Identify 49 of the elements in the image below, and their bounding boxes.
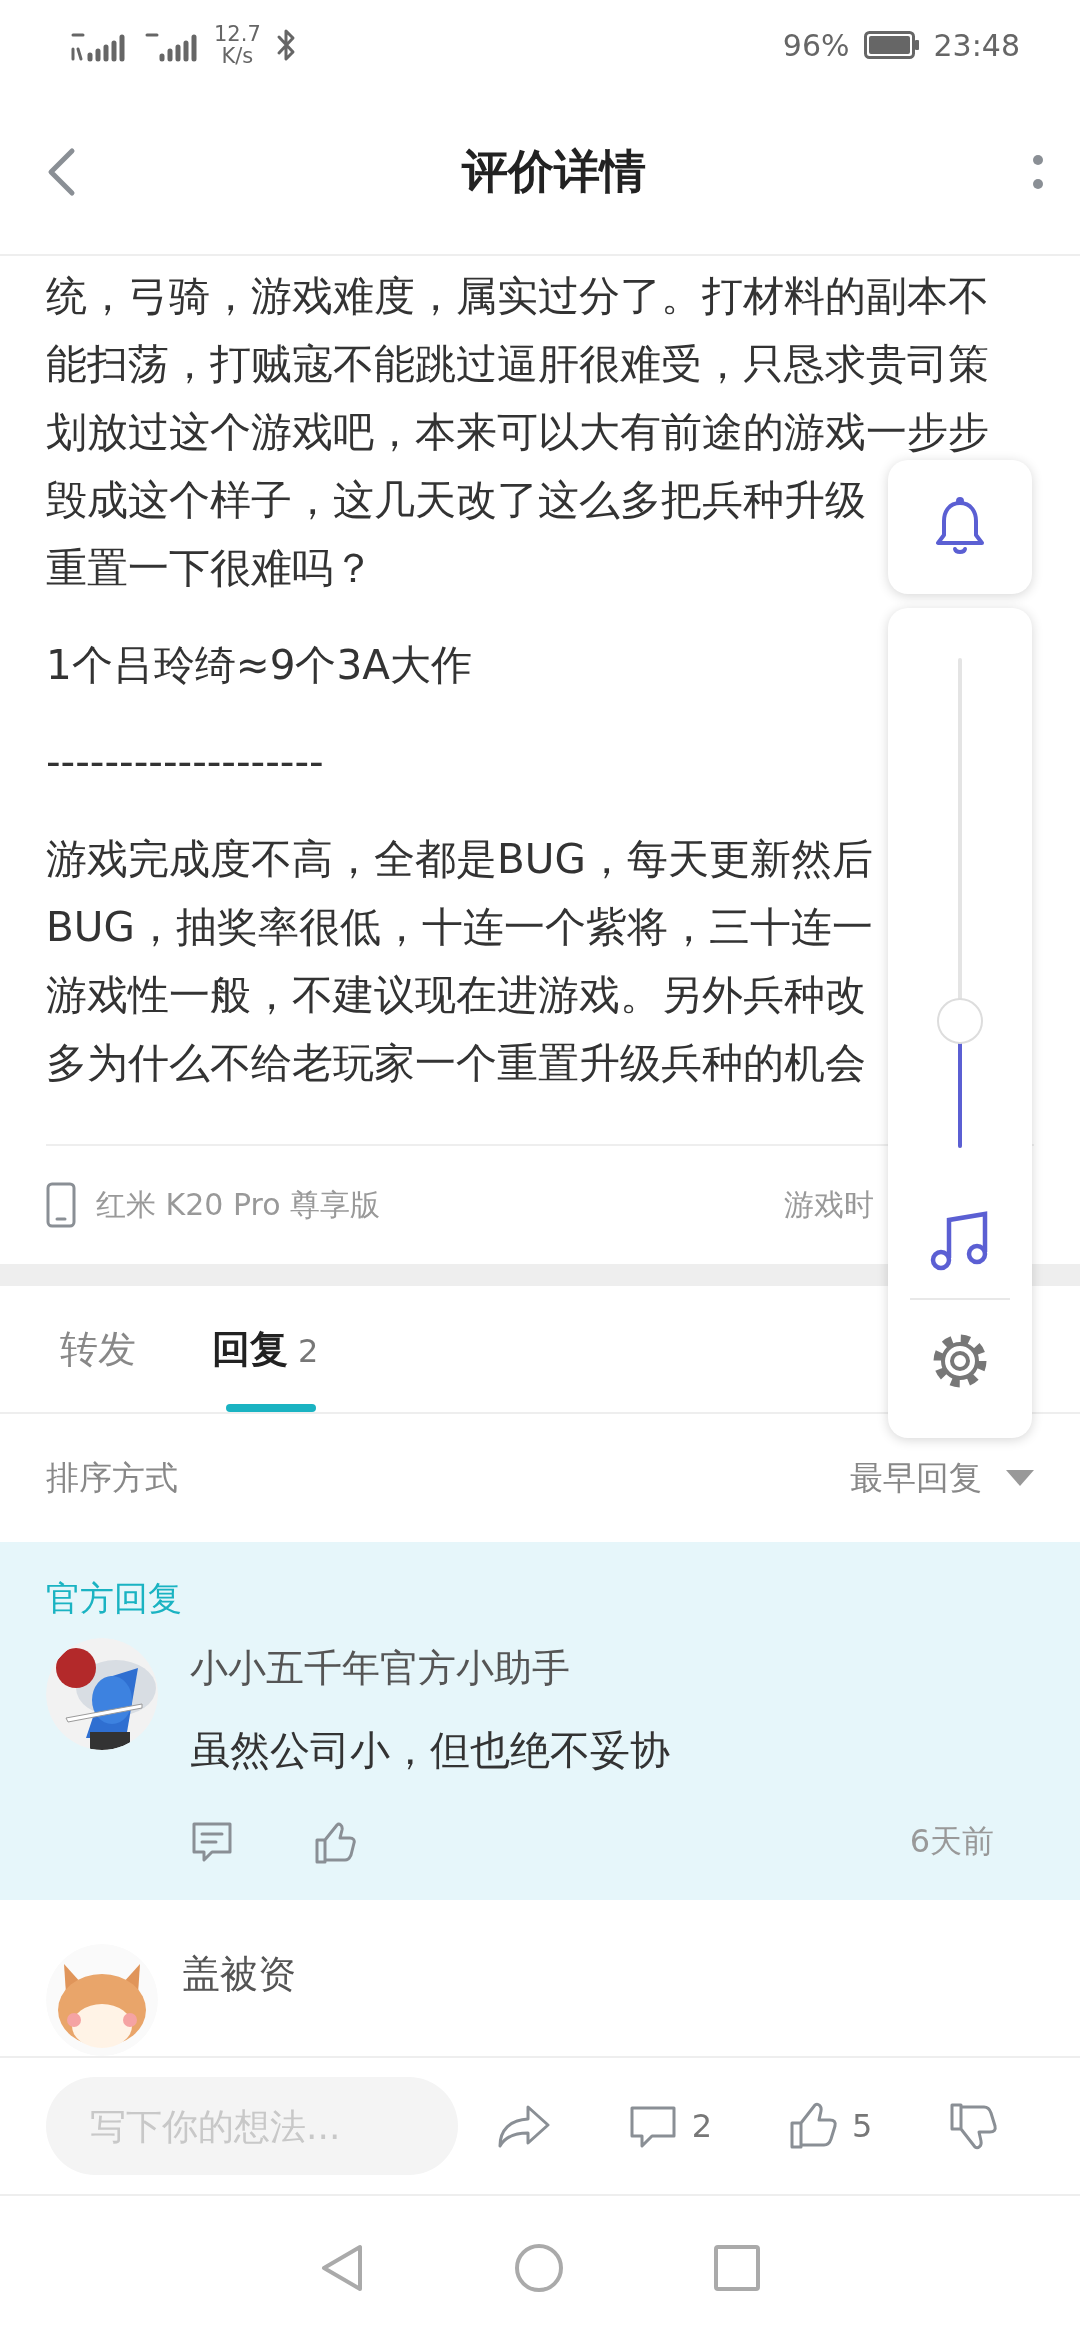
comment-icon	[190, 1820, 234, 1864]
battery-icon	[863, 31, 920, 59]
tab[interactable]: 转发	[60, 1286, 136, 1412]
network-speed: 12.7	[214, 23, 261, 45]
review-text-line: 重置一下很难吗？	[46, 543, 374, 594]
dislike-button[interactable]	[948, 2101, 999, 2151]
caret-icon	[1006, 1470, 1034, 1486]
back-button[interactable]	[46, 147, 76, 197]
music-note-icon[interactable]	[930, 1208, 990, 1272]
nav-back-icon[interactable]	[320, 2243, 364, 2293]
thumbs-down-icon	[948, 2101, 999, 2151]
more-icon	[1032, 152, 1044, 192]
review-text-line: -------------------	[46, 737, 324, 788]
thumbs-up-icon	[314, 1820, 356, 1864]
review-text-line: 游戏完成度不高，全都是BUG，每天更新然后	[46, 834, 873, 885]
reply-text: 虽然公司小，但也绝不妥协	[190, 1726, 671, 1775]
device-name: 红米 K20 Pro 尊享版	[96, 1185, 381, 1224]
review-text-line: 划放过这个游戏吧，本来可以大有前途的游戏一步步	[46, 407, 989, 458]
sort-dropdown[interactable]: 最早回复	[850, 1455, 1034, 1501]
review-text-line: 1个吕玲绮≈9个3A大作	[46, 640, 472, 691]
tab[interactable]: 回复 2	[212, 1286, 319, 1412]
comments-button[interactable]: 2	[627, 2102, 713, 2150]
notification-card[interactable]	[888, 460, 1032, 594]
phone-icon	[46, 1182, 76, 1228]
clock: 23:48	[933, 27, 1020, 63]
author-name: 小小五千年官方小助手	[190, 1645, 571, 1692]
volume-slider[interactable]	[937, 658, 983, 1148]
review-text-line: 统，弓骑，游戏难度，属实过分了。打材料的副本不	[46, 271, 989, 322]
official-reply-label: 官方回复	[46, 1578, 183, 1618]
reply-time: 6天前	[909, 1821, 994, 1862]
like-button[interactable]	[314, 1820, 356, 1864]
page-title: 评价详情	[462, 143, 646, 200]
review-text-line: 游戏性一般，不建议现在进游戏。另外兵种改	[46, 970, 866, 1021]
review-text-line: 能扫荡，打贼寇不能跳过逼肝很难受，只恳求贵司策	[46, 339, 989, 390]
reply-button[interactable]	[190, 1820, 234, 1864]
sort-label: 排序方式	[46, 1456, 178, 1499]
playtime-label: 游戏时	[784, 1185, 874, 1224]
review-text-line: 多为什么不给老玩家一个重置升级兵种的机会	[46, 1038, 866, 1089]
nav-home-icon[interactable]	[514, 2243, 564, 2293]
review-text-line: 毁成这个样子，这几天改了这么多把兵种升级	[46, 475, 866, 526]
bell-icon	[934, 497, 986, 557]
review-text-line: BUG，抽奖率很低，十连一个紫将，三十连一	[46, 902, 873, 953]
like-button[interactable]: 5	[787, 2101, 873, 2151]
back-icon	[46, 147, 76, 197]
more-button[interactable]	[1032, 152, 1044, 192]
battery-percent: 96%	[782, 27, 850, 63]
author-name: 盖被资	[182, 1951, 296, 1998]
network-speed-unit: K/s	[221, 45, 254, 67]
nav-recents-icon[interactable]	[714, 2245, 760, 2291]
